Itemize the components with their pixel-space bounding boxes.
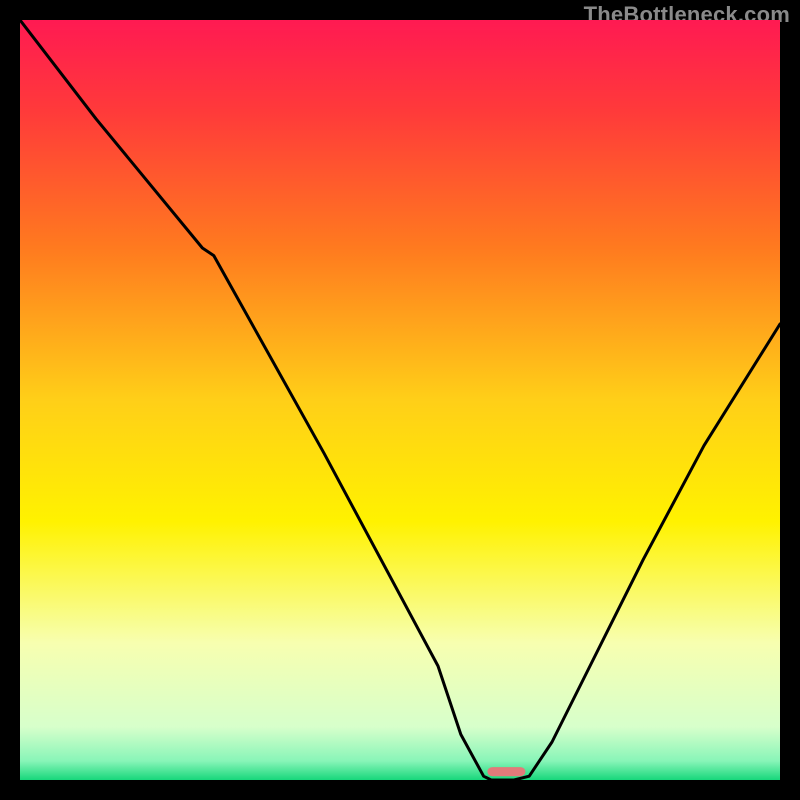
gradient-panel <box>20 20 780 780</box>
bottleneck-chart <box>20 20 780 780</box>
optimal-marker <box>487 767 525 776</box>
chart-frame: TheBottleneck.com <box>0 0 800 800</box>
